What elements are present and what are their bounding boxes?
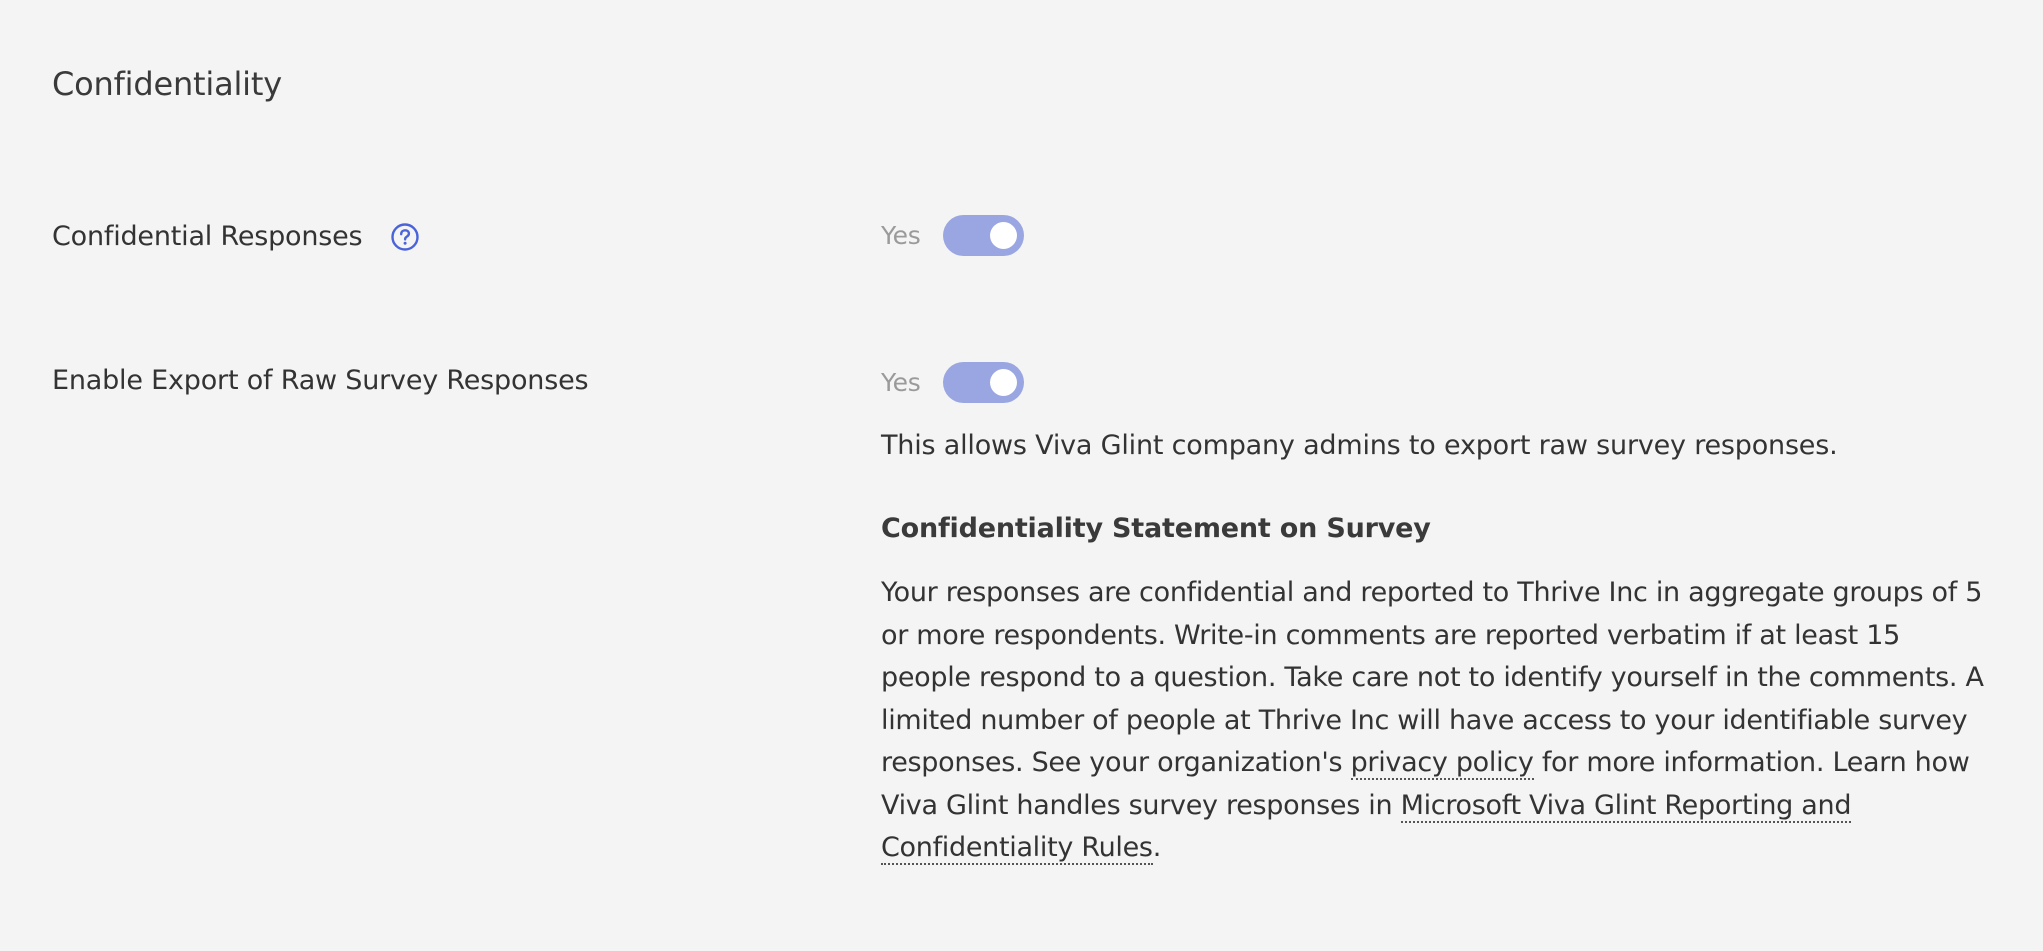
confidential-responses-label: Confidential Responses (52, 221, 363, 252)
confidential-responses-toggle[interactable] (943, 215, 1024, 256)
export-raw-responses-toggle-group: Yes (881, 362, 1024, 403)
statement-text-part3: . (1152, 832, 1162, 863)
export-raw-responses-value: Yes (881, 368, 921, 397)
section-title: Confidentiality (52, 65, 282, 103)
confidentiality-statement-title: Confidentiality Statement on Survey (881, 513, 1431, 544)
confidential-responses-toggle-group: Yes (881, 215, 1024, 256)
question-circle-icon (391, 223, 420, 251)
export-raw-responses-row: Enable Export of Raw Survey Responses (52, 361, 589, 401)
export-description: This allows Viva Glint company admins to… (881, 430, 1838, 461)
confidentiality-statement-body: Your responses are confidential and repo… (881, 572, 1991, 870)
toggle-knob (990, 369, 1017, 396)
export-raw-responses-toggle[interactable] (943, 362, 1024, 403)
toggle-knob (990, 222, 1017, 249)
privacy-policy-link[interactable]: privacy policy (1350, 747, 1534, 780)
confidential-responses-value: Yes (881, 221, 921, 250)
help-icon[interactable] (390, 222, 420, 252)
confidential-responses-row: Confidential Responses (52, 217, 420, 257)
export-raw-responses-label: Enable Export of Raw Survey Responses (52, 365, 589, 396)
